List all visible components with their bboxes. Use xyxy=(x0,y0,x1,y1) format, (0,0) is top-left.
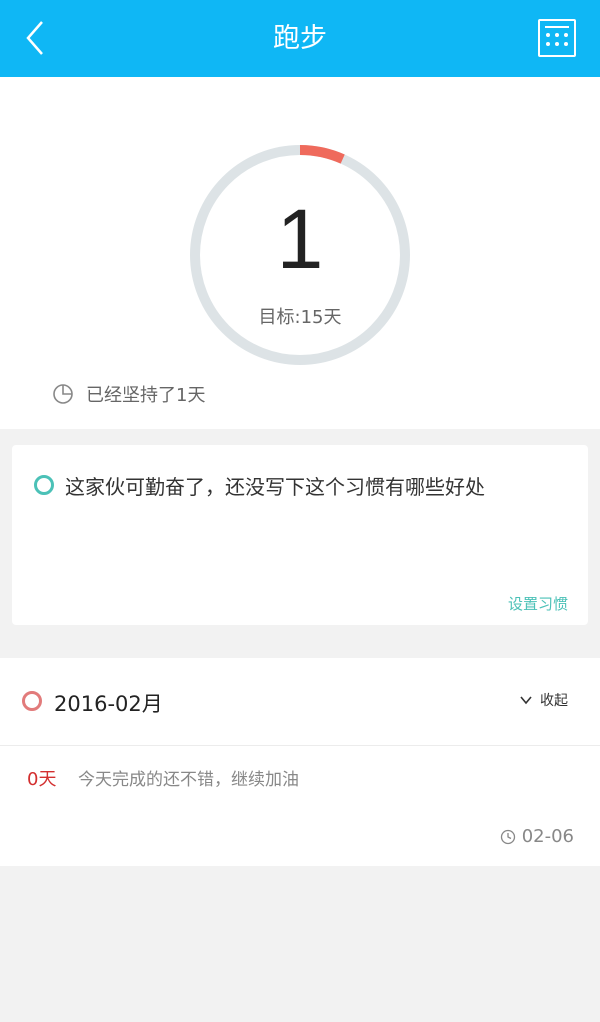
entry-days: 0天 xyxy=(27,769,57,790)
calendar-button[interactable] xyxy=(538,19,576,57)
entry-date-text: 02-06 xyxy=(521,826,574,847)
month-title: 2016-02月 xyxy=(54,692,163,716)
entry-date: 02-06 xyxy=(500,826,574,847)
progress-panel: 1 目标:15天 已经坚持了1天 xyxy=(0,77,600,429)
habit-description: 这家伙可勤奋了，还没写下这个习惯有哪些好处 xyxy=(65,475,485,499)
streak-row: 已经坚持了1天 xyxy=(52,380,205,408)
pie-chart-icon xyxy=(53,384,73,404)
collapse-label: 收起 xyxy=(540,693,568,709)
app-header: 跑步 xyxy=(0,0,600,77)
month-section: 2016-02月 收起 0天 今天完成的还不错，继续加油 02-06 xyxy=(0,658,600,866)
set-habit-link[interactable]: 设置习惯 xyxy=(508,593,568,614)
clock-icon xyxy=(500,829,515,844)
calendar-icon xyxy=(545,26,569,28)
collapse-button[interactable]: 收起 xyxy=(520,690,568,710)
streak-text: 已经坚持了1天 xyxy=(86,385,206,406)
month-header: 2016-02月 收起 xyxy=(0,658,600,746)
month-circle-icon xyxy=(22,691,42,711)
page-title: 跑步 xyxy=(273,23,327,54)
chevron-down-icon xyxy=(520,696,532,705)
entry-text: 今天完成的还不错，继续加油 xyxy=(78,770,299,790)
habit-circle-icon xyxy=(34,475,54,495)
goal-label: 目标:15天 xyxy=(258,307,342,328)
day-count: 1 xyxy=(276,192,324,286)
habit-card: 这家伙可勤奋了，还没写下这个习惯有哪些好处 设置习惯 xyxy=(12,445,588,625)
